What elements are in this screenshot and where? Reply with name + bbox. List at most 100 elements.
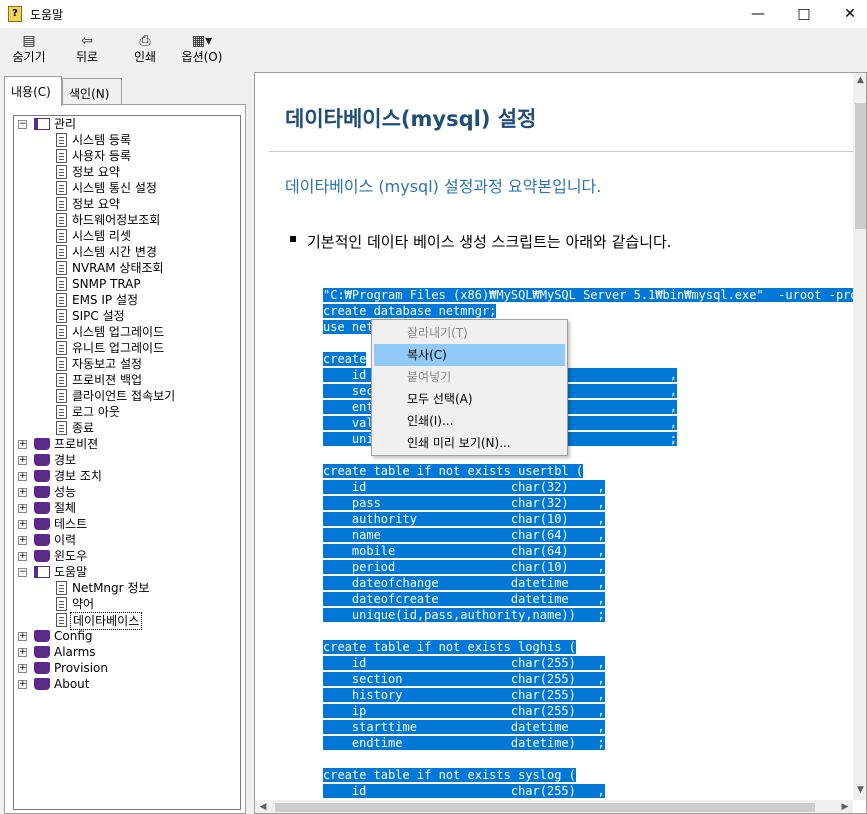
tree-page-node[interactable]: NVRAM 상태조회 (14, 260, 240, 276)
maximize-button[interactable]: □ (781, 0, 827, 28)
context-menu-item[interactable]: 인쇄 미리 보기(N)... (374, 432, 565, 454)
tree-book-label[interactable]: 테스트 (52, 516, 89, 532)
expand-icon[interactable]: + (18, 440, 27, 449)
tree-page-node[interactable]: SIPC 설정 (14, 308, 240, 324)
tree-page-node[interactable]: 로그 아웃 (14, 404, 240, 420)
expand-icon[interactable]: + (18, 504, 27, 513)
tree-book-node[interactable]: + Alarms (14, 644, 240, 660)
tree-book-label[interactable]: 절체 (52, 500, 78, 516)
tree-book-label[interactable]: Alarms (52, 644, 98, 660)
tree-page-node[interactable]: 시스템 통신 설정 (14, 180, 240, 196)
tree-page-label[interactable]: 시스템 리셋 (70, 228, 133, 244)
tree-book-node[interactable]: + 이력 (14, 532, 240, 548)
tree-page-node[interactable]: 유니트 업그레이드 (14, 340, 240, 356)
expand-icon[interactable]: + (18, 552, 27, 561)
expand-icon[interactable]: + (18, 648, 27, 657)
tree-page-label[interactable]: 클라이언트 접속보기 (70, 388, 177, 404)
tree-book-label[interactable]: 성능 (52, 484, 78, 500)
tree-book-node[interactable]: + Config (14, 628, 240, 644)
tree-page-node[interactable]: 데이타베이스 (14, 612, 240, 630)
tree-book-label[interactable]: 도움말 (52, 564, 89, 580)
expand-icon[interactable]: + (18, 520, 27, 529)
tree-page-node[interactable]: 시스템 업그레이드 (14, 324, 240, 340)
context-menu-item[interactable]: 복사(C) (374, 344, 565, 366)
tree-page-label[interactable]: 시스템 등록 (70, 132, 133, 148)
expand-icon[interactable]: + (18, 536, 27, 545)
expand-icon[interactable]: + (18, 456, 27, 465)
tree-page-label[interactable]: NetMngr 정보 (70, 580, 151, 596)
tree-book-label[interactable]: 관리 (52, 116, 78, 132)
tree-book-label[interactable]: Provision (52, 660, 110, 676)
vertical-scroll-thumb[interactable] (855, 103, 866, 229)
tree-book-label[interactable]: 이력 (52, 532, 78, 548)
tab-index[interactable]: 색인(N) (62, 78, 122, 104)
tree-book-node[interactable]: + 절체 (14, 500, 240, 516)
tree-book-node[interactable]: + 윈도우 (14, 548, 240, 564)
scroll-down-icon[interactable]: ▼ (853, 785, 866, 795)
tree-book-node[interactable]: − 관리 (14, 116, 240, 132)
vertical-scrollbar[interactable]: ▲ ▼ (853, 73, 866, 800)
tree-page-node[interactable]: 프로비젼 백업 (14, 372, 240, 388)
tree-page-label[interactable]: 사용자 등록 (70, 148, 133, 164)
tree-book-label[interactable]: 윈도우 (52, 548, 89, 564)
tree-page-label[interactable]: 시스템 통신 설정 (70, 180, 159, 196)
tree-book-node[interactable]: + 테스트 (14, 516, 240, 532)
context-menu-item[interactable]: 모두 선택(A) (374, 388, 565, 410)
tree-page-label[interactable]: 종료 (70, 420, 96, 436)
expand-icon[interactable]: + (18, 488, 27, 497)
tree-book-label[interactable]: Config (52, 628, 95, 644)
close-button[interactable]: ✕ (827, 0, 867, 28)
tree-page-node[interactable]: NetMngr 정보 (14, 580, 240, 596)
tree-page-node[interactable]: 정보 요약 (14, 196, 240, 212)
hide-button[interactable]: ▤ 숨기기 (4, 32, 54, 68)
tree-page-label[interactable]: 약어 (70, 596, 96, 612)
tab-contents[interactable]: 내용(C) (4, 76, 62, 106)
tree-page-node[interactable]: 종료 (14, 420, 240, 436)
tree-page-label[interactable]: 자동보고 설정 (70, 356, 144, 372)
tree-book-node[interactable]: + 성능 (14, 484, 240, 500)
tree-page-node[interactable]: 자동보고 설정 (14, 356, 240, 372)
tree-book-label[interactable]: About (52, 676, 91, 692)
tree-page-label[interactable]: NVRAM 상태조회 (70, 260, 166, 276)
expand-icon[interactable]: + (18, 664, 27, 673)
tree-book-node[interactable]: − 도움말 (14, 564, 240, 580)
collapse-icon[interactable]: − (18, 120, 27, 129)
context-menu-item[interactable]: 인쇄(I)... (374, 410, 565, 432)
scroll-left-icon[interactable]: ◀ (257, 802, 269, 812)
expand-icon[interactable]: + (18, 680, 27, 689)
collapse-icon[interactable]: − (18, 568, 27, 577)
contents-tree[interactable]: − 관리 시스템 등록 사용자 등록 정보 요약 시스템 통신 설정 정보 요약 하드웨어정보… (13, 115, 241, 810)
tree-book-node[interactable]: + About (14, 676, 240, 692)
tree-page-node[interactable]: 시스템 시간 변경 (14, 244, 240, 260)
tree-page-node[interactable]: 사용자 등록 (14, 148, 240, 164)
minimize-button[interactable]: — (735, 0, 781, 28)
tree-page-node[interactable]: SNMP TRAP (14, 276, 240, 292)
tree-page-label[interactable]: SIPC 설정 (70, 308, 127, 324)
expand-icon[interactable]: + (18, 472, 27, 481)
tree-book-label[interactable]: 프로비젼 (52, 436, 100, 452)
tree-page-label[interactable]: 유니트 업그레이드 (70, 340, 166, 356)
tree-page-label[interactable]: 프로비젼 백업 (70, 372, 144, 388)
tree-book-node[interactable]: + Provision (14, 660, 240, 676)
scroll-right-icon[interactable]: ▶ (839, 802, 851, 812)
tree-page-label[interactable]: EMS IP 설정 (70, 292, 140, 308)
back-button[interactable]: ⇦ 뒤로 (62, 32, 112, 68)
tree-book-node[interactable]: + 경보 (14, 452, 240, 468)
scroll-up-icon[interactable]: ▲ (853, 75, 866, 85)
tree-page-node[interactable]: 하드웨어정보조회 (14, 212, 240, 228)
tree-page-node[interactable]: EMS IP 설정 (14, 292, 240, 308)
tree-page-label[interactable]: 정보 요약 (70, 164, 122, 180)
tree-book-node[interactable]: + 프로비젼 (14, 436, 240, 452)
print-button[interactable]: ⎙ 인쇄 (120, 32, 170, 68)
horizontal-scrollbar[interactable]: ◀ ▶ (255, 800, 853, 813)
tree-page-node[interactable]: 정보 요약 (14, 164, 240, 180)
tree-page-node[interactable]: 시스템 리셋 (14, 228, 240, 244)
tree-page-label[interactable]: 로그 아웃 (70, 404, 122, 420)
tree-page-node[interactable]: 시스템 등록 (14, 132, 240, 148)
tree-book-label[interactable]: 경보 (52, 452, 78, 468)
tree-page-node[interactable]: 약어 (14, 596, 240, 612)
tree-page-label[interactable]: SNMP TRAP (70, 276, 143, 292)
options-button[interactable]: ▦▾ 옵션(O) (177, 32, 227, 68)
expand-icon[interactable]: + (18, 632, 27, 641)
horizontal-scroll-thumb[interactable] (275, 803, 815, 812)
